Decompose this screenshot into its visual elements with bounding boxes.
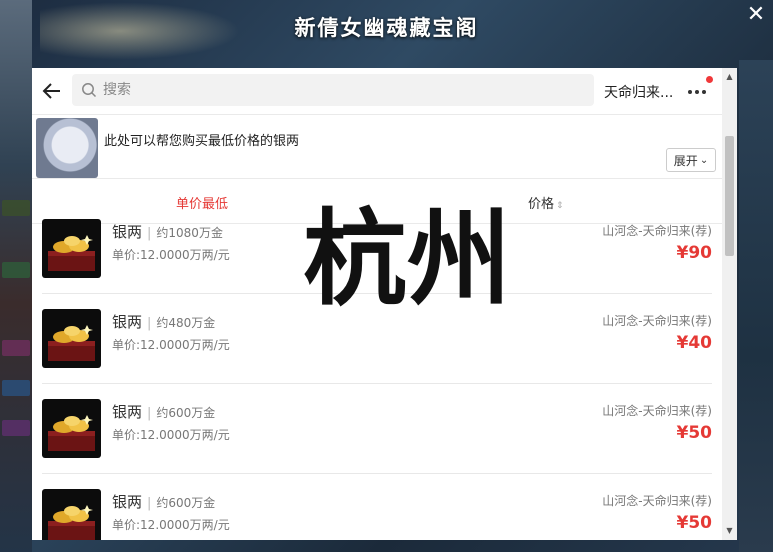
expand-button[interactable]: 展开 ⌄ [666, 148, 716, 172]
item-unit-price: 单价:12.0000万两/元 [112, 248, 230, 262]
item-amount: 约1080万金 [156, 226, 223, 240]
item-name-row: 银两 | 约480万金 [112, 313, 216, 331]
item-name-row: 银两 | 约600万金 [112, 493, 216, 511]
window-title-bar: 新倩女幽魂藏宝阁 [0, 0, 773, 60]
item-server: 山河念-天命归来(荐) [602, 404, 712, 418]
item-name: 银两 [112, 313, 143, 331]
silver-ingot-thumbnail [42, 399, 101, 458]
avatar [36, 118, 98, 178]
vertical-scrollbar[interactable]: ▲ ▼ [722, 68, 737, 540]
item-price: ¥40 [676, 333, 713, 353]
header-bar: 天命归来... [32, 68, 722, 115]
game-background-left [0, 0, 32, 552]
search-box[interactable] [72, 74, 594, 106]
search-icon [82, 83, 97, 98]
item-server: 山河念-天命归来(荐) [602, 494, 712, 508]
list-item[interactable]: 银两 | 约600万金 单价:12.0000万两/元 山河念-天命归来(荐) ¥50 [42, 384, 712, 474]
search-input[interactable] [101, 81, 585, 99]
game-ui-chip [2, 420, 30, 436]
notification-dot [706, 76, 713, 83]
notice-text: 此处可以帮您购买最低价格的银两 [104, 134, 300, 149]
game-ui-chip [2, 262, 30, 278]
game-ui-chip [2, 340, 30, 356]
window-title: 新倩女幽魂藏宝阁 [294, 15, 479, 40]
item-name: 银两 [112, 403, 143, 421]
silver-ingot-thumbnail [42, 489, 101, 540]
item-name-row: 银两 | 约600万金 [112, 403, 216, 421]
item-price: ¥50 [676, 423, 713, 443]
expand-label: 展开 [673, 153, 698, 168]
list-item[interactable]: 银两 | 约600万金 单价:12.0000万两/元 山河念-天命归来(荐) ¥50 [42, 474, 712, 540]
item-server: 山河念-天命归来(荐) [602, 314, 712, 328]
list-item[interactable]: 银两 | 约1080万金 单价:12.0000万两/元 山河念-天命归来(荐) ¥9… [42, 204, 712, 294]
game-ui-chip [2, 200, 30, 216]
server-selector[interactable]: 天命归来... [604, 82, 673, 102]
browser-panel: 天命归来... 此处可以帮您购买最低价格的银两 展开 ⌄ 单价最低 价格⇕ [32, 68, 737, 540]
item-list: 银两 | 约1080万金 单价:12.0000万两/元 山河念-天命归来(荐) ¥9… [32, 204, 722, 540]
item-unit-price: 单价:12.0000万两/元 [112, 338, 230, 352]
close-button[interactable]: ✕ [745, 4, 767, 26]
silver-ingot-thumbnail [42, 219, 101, 278]
scrollbar-thumb[interactable] [725, 136, 734, 256]
item-amount: 约480万金 [156, 316, 216, 330]
item-name: 银两 [112, 493, 143, 511]
arrow-left-icon[interactable] [40, 80, 64, 102]
item-unit-price: 单价:12.0000万两/元 [112, 518, 230, 532]
scroll-up-icon[interactable]: ▲ [722, 70, 737, 84]
item-server: 山河念-天命归来(荐) [602, 224, 712, 238]
item-price: ¥90 [676, 243, 713, 263]
item-amount: 约600万金 [156, 496, 216, 510]
scroll-down-icon[interactable]: ▼ [722, 524, 737, 538]
more-dots-icon[interactable] [686, 84, 710, 98]
item-price: ¥50 [676, 513, 713, 533]
list-item[interactable]: 银两 | 约480万金 单价:12.0000万两/元 山河念-天命归来(荐) ¥40 [42, 294, 712, 384]
game-ui-chip [2, 380, 30, 396]
item-unit-price: 单价:12.0000万两/元 [112, 428, 230, 442]
item-name-row: 银两 | 约1080万金 [112, 223, 223, 241]
notice-bar: 此处可以帮您购买最低价格的银两 展开 ⌄ [32, 114, 722, 179]
item-amount: 约600万金 [156, 406, 216, 420]
silver-ingot-thumbnail [42, 309, 101, 368]
item-name: 银两 [112, 223, 143, 241]
chevron-down-icon: ⌄ [699, 154, 709, 166]
game-background-right [739, 60, 773, 552]
